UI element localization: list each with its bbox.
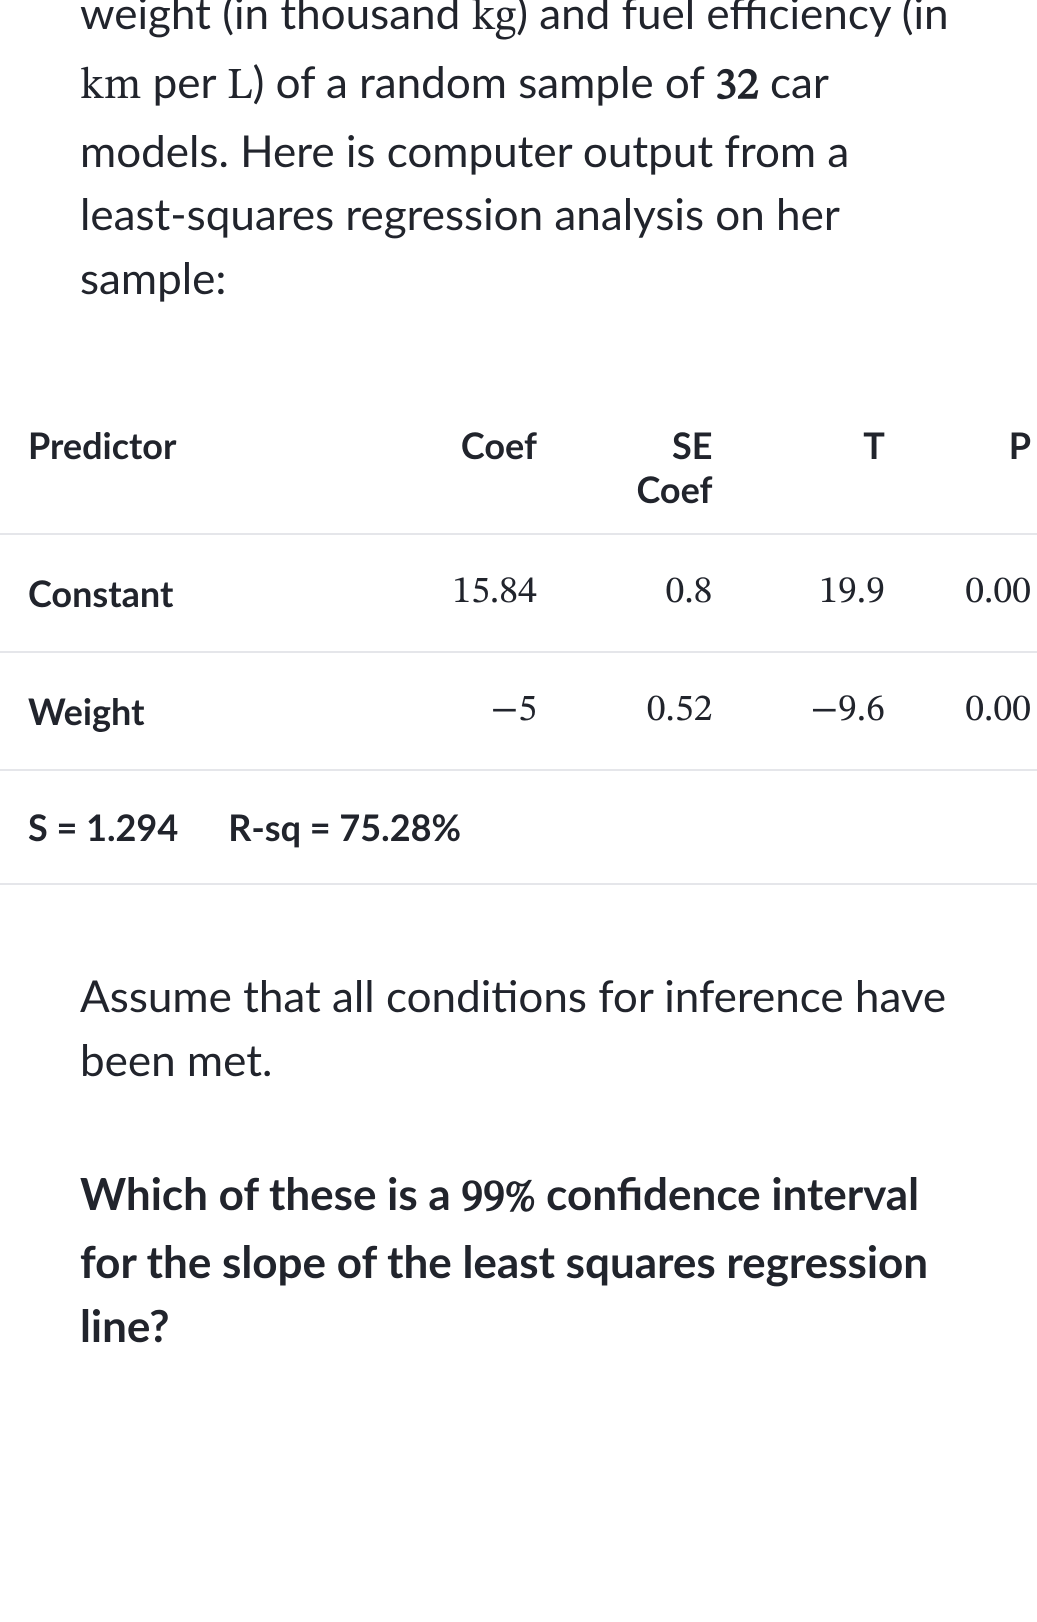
s-label: S =: [28, 805, 86, 849]
sample-size: 32: [715, 65, 759, 109]
col-coef: Coef: [363, 401, 555, 534]
question-part: Which of these is a: [80, 1168, 461, 1220]
unit-L: L: [227, 65, 253, 109]
cell-predictor: Constant: [0, 534, 363, 652]
col-t: T: [730, 401, 902, 534]
rsq-value: 75.28%: [339, 805, 461, 849]
confidence-level: 99%: [461, 1177, 535, 1221]
cell-p: 0.00: [903, 652, 1037, 770]
question-text: Which of these is a 99% confidence inter…: [80, 1163, 957, 1359]
col-p: P: [903, 401, 1037, 534]
table-header-row: Predictor Coef SE Coef T P: [0, 401, 1037, 534]
regression-summary-row: S = 1.294 R-sq = 75.28%: [0, 770, 1037, 884]
unit-kg: kg: [472, 0, 517, 40]
cell-predictor: Weight: [0, 652, 363, 770]
col-predictor: Predictor: [0, 401, 363, 534]
cell-t: −9.6: [730, 652, 902, 770]
cell-p: 0.00: [903, 534, 1037, 652]
regression-summary: S = 1.294 R-sq = 75.28%: [0, 770, 1037, 884]
cell-coef: 15.84: [363, 534, 555, 652]
intro-part: per: [141, 56, 227, 108]
s-value: 1.294: [86, 805, 178, 849]
cell-se: 0.8: [555, 534, 731, 652]
table-row: Constant 15.84 0.8 19.9 0.00: [0, 534, 1037, 652]
cell-coef: −5: [363, 652, 555, 770]
table-row: Weight −5 0.52 −9.6 0.00: [0, 652, 1037, 770]
cell-t: 19.9: [730, 534, 902, 652]
se-line2: Coef: [555, 467, 713, 511]
cell-se: 0.52: [555, 652, 731, 770]
unit-km: km: [80, 65, 141, 109]
problem-intro-text: weight (in thousand kg) and fuel efficie…: [80, 0, 957, 311]
conditions-text: Assume that all conditions for inference…: [80, 965, 957, 1093]
rsq-label: R-sq =: [228, 805, 339, 849]
se-line1: SE: [555, 423, 713, 467]
intro-part: ) of a random sample of: [253, 56, 716, 108]
regression-output-table: Predictor Coef SE Coef T P Constant 15.8…: [0, 401, 1037, 885]
intro-part: weight (in thousand: [80, 0, 472, 39]
col-se-coef: SE Coef: [555, 401, 731, 534]
intro-part: ) and fuel efficiency (in: [516, 0, 948, 39]
